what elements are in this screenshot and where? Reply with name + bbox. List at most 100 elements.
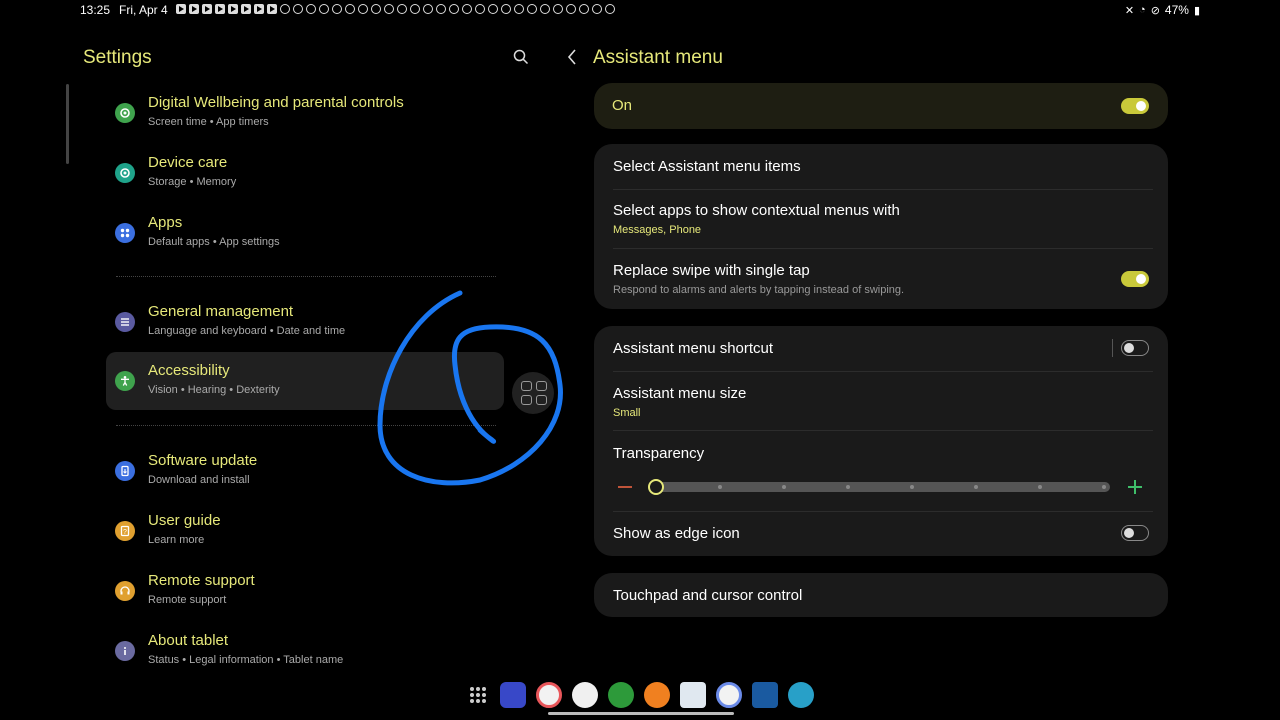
- accessibility-icon: [115, 371, 135, 391]
- row-title: Show as edge icon: [613, 525, 740, 542]
- general-management-icon: [115, 312, 135, 332]
- youtube-notification-icon: [189, 4, 199, 14]
- youtube-notification-icon: [215, 4, 225, 14]
- settings-item-title: Software update: [148, 452, 258, 469]
- chrome-notification-icon: [384, 4, 394, 14]
- app-drawer-icon[interactable]: [470, 687, 486, 703]
- decrease-transparency-icon[interactable]: [618, 486, 632, 488]
- chrome-notification-icon: [332, 4, 342, 14]
- edge-icon-row[interactable]: Show as edge icon: [594, 511, 1168, 556]
- notification-icons: [176, 4, 615, 14]
- chrome-notification-icon: [358, 4, 368, 14]
- settings-item-subtitle: Screen time • App timers: [148, 116, 269, 128]
- touchpad-card[interactable]: Touchpad and cursor control: [594, 573, 1168, 617]
- dock-app-icon[interactable]: [536, 682, 562, 708]
- youtube-notification-icon: [254, 4, 264, 14]
- settings-item-digital-wellbeing[interactable]: Digital Wellbeing and parental controls …: [106, 84, 504, 142]
- row-subtitle: Small: [613, 407, 641, 419]
- settings-group-1: Select Assistant menu items Select apps …: [594, 144, 1168, 309]
- settings-item-subtitle: Default apps • App settings: [148, 236, 280, 248]
- dock-app-icon[interactable]: [572, 682, 598, 708]
- replace-swipe-row[interactable]: Replace swipe with single tap Respond to…: [594, 249, 1168, 309]
- dock-app-icon[interactable]: [680, 682, 706, 708]
- status-date: Fri, Apr 4: [119, 3, 168, 17]
- youtube-notification-icon: [241, 4, 251, 14]
- chrome-notification-icon: [423, 4, 433, 14]
- assistant-menu-toggle[interactable]: [1121, 98, 1149, 114]
- transparency-slider[interactable]: [656, 482, 1110, 492]
- settings-item-subtitle: Download and install: [148, 474, 250, 486]
- row-title: Assistant menu shortcut: [613, 340, 774, 357]
- chrome-notification-icon: [475, 4, 485, 14]
- apps-icon: [115, 223, 135, 243]
- settings-item-user-guide[interactable]: ? User guide Learn more: [106, 502, 504, 560]
- software-update-icon: [115, 461, 135, 481]
- settings-item-about-tablet[interactable]: About tablet Status • Legal information …: [106, 622, 504, 680]
- chrome-notification-icon: [319, 4, 329, 14]
- settings-item-title: Digital Wellbeing and parental controls: [148, 94, 404, 111]
- chrome-notification-icon: [605, 4, 615, 14]
- row-title: Select Assistant menu items: [613, 158, 801, 175]
- battery-icon: ▮: [1193, 4, 1200, 17]
- dnd-icon: ⊘: [1150, 4, 1160, 17]
- transparency-row: Transparency: [594, 431, 1168, 511]
- edge-icon-toggle[interactable]: [1121, 525, 1149, 541]
- user-guide-icon: ?: [115, 521, 135, 541]
- settings-item-title: Apps: [148, 214, 183, 231]
- mute-icon: ✕: [1124, 4, 1135, 17]
- info-icon: [115, 641, 135, 661]
- chrome-notification-icon: [514, 4, 524, 14]
- assistant-shortcut-row[interactable]: Assistant menu shortcut: [594, 326, 1168, 371]
- settings-item-title: Device care: [148, 154, 228, 171]
- youtube-notification-icon: [202, 4, 212, 14]
- settings-item-title: User guide: [148, 512, 221, 529]
- taskbar-dock: [470, 682, 814, 708]
- row-title: Touchpad and cursor control: [613, 587, 803, 604]
- settings-item-subtitle: Status • Legal information • Tablet name: [148, 654, 344, 666]
- row-title: Transparency: [613, 445, 705, 462]
- home-indicator[interactable]: [548, 712, 734, 715]
- youtube-notification-icon: [228, 4, 238, 14]
- back-arrow-icon[interactable]: [566, 48, 578, 66]
- chrome-notification-icon: [436, 4, 446, 14]
- dock-app-icon[interactable]: [716, 682, 742, 708]
- headset-icon: [115, 581, 135, 601]
- select-menu-items-row[interactable]: Select Assistant menu items: [594, 144, 1168, 189]
- settings-group-2: Assistant menu shortcut Assistant menu s…: [594, 326, 1168, 556]
- scroll-indicator[interactable]: [66, 84, 69, 164]
- transparency-slider-thumb[interactable]: [648, 479, 664, 495]
- master-switch-card[interactable]: On: [594, 83, 1168, 129]
- chrome-notification-icon: [449, 4, 459, 14]
- settings-item-apps[interactable]: Apps Default apps • App settings: [106, 204, 504, 262]
- dock-app-icon[interactable]: [500, 682, 526, 708]
- assistant-size-row[interactable]: Assistant menu size Small: [594, 371, 1168, 431]
- assistant-shortcut-toggle[interactable]: [1121, 340, 1149, 356]
- settings-item-title: Accessibility: [148, 362, 230, 379]
- settings-item-title: Remote support: [148, 572, 255, 589]
- dock-app-icon[interactable]: [788, 682, 814, 708]
- chrome-notification-icon: [579, 4, 589, 14]
- status-bar: 13:25 Fri, Apr 4 ✕ ◔ ⊘ 47% ▮: [0, 0, 1280, 20]
- chrome-notification-icon: [371, 4, 381, 14]
- dock-app-icon[interactable]: [608, 682, 634, 708]
- chrome-notification-icon: [527, 4, 537, 14]
- increase-transparency-icon[interactable]: [1128, 480, 1142, 494]
- settings-item-subtitle: Storage • Memory: [148, 176, 237, 188]
- vertical-separator: [1112, 339, 1113, 357]
- settings-item-subtitle: Remote support: [148, 594, 227, 606]
- replace-swipe-toggle[interactable]: [1121, 271, 1149, 287]
- digital-wellbeing-icon: [115, 103, 135, 123]
- chrome-notification-icon: [280, 4, 290, 14]
- chrome-notification-icon: [540, 4, 550, 14]
- chrome-notification-icon: [410, 4, 420, 14]
- settings-item-remote-support[interactable]: Remote support Remote support: [106, 562, 504, 620]
- settings-item-device-care[interactable]: Device care Storage • Memory: [106, 144, 504, 202]
- settings-item-title: About tablet: [148, 632, 229, 649]
- row-subtitle: Respond to alarms and alerts by tapping …: [613, 284, 905, 296]
- dock-app-icon[interactable]: [752, 682, 778, 708]
- contextual-menus-row[interactable]: Select apps to show contextual menus wit…: [594, 189, 1168, 249]
- search-icon[interactable]: [513, 49, 529, 65]
- dock-app-icon[interactable]: [644, 682, 670, 708]
- chrome-notification-icon: [397, 4, 407, 14]
- device-care-icon: [115, 163, 135, 183]
